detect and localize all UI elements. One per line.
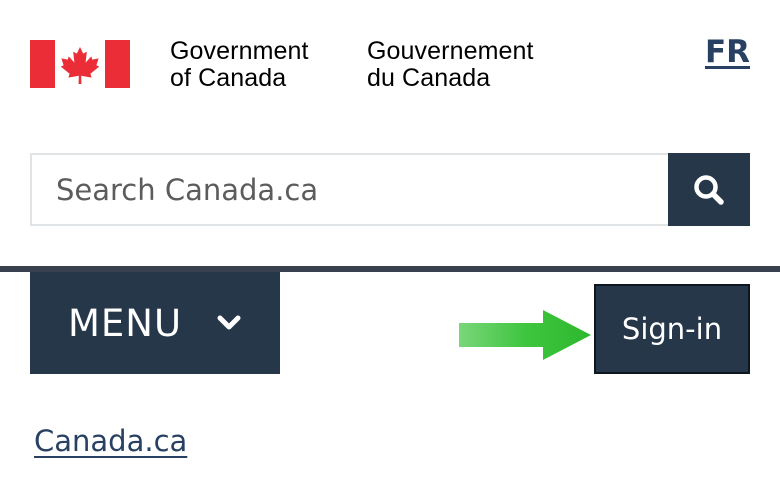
maple-leaf-flag-icon — [30, 40, 130, 88]
arrow-right-icon — [455, 308, 595, 362]
menu-button[interactable]: MENU — [30, 272, 280, 374]
canada-flag-logo — [30, 40, 130, 88]
signature-fr-line-2: du Canada — [367, 64, 491, 92]
search-button[interactable] — [668, 153, 750, 226]
search-icon — [694, 174, 724, 205]
signature-en-line-2: of Canada — [170, 64, 287, 92]
breadcrumb-home-link[interactable]: Canada.ca — [34, 424, 187, 458]
menu-label: MENU — [67, 301, 183, 345]
signature-fr-line-1: Gouvernement — [367, 37, 534, 65]
signature-french: Gouvernement du Canada — [367, 38, 534, 92]
signature-en-line-1: Government — [170, 37, 309, 65]
language-toggle-link[interactable]: FR — [705, 34, 750, 70]
sign-in-button[interactable]: Sign-in — [594, 284, 750, 374]
search-input[interactable] — [30, 153, 668, 226]
chevron-down-icon — [216, 314, 242, 332]
search-form — [30, 153, 750, 226]
signature-english: Government of Canada — [170, 38, 309, 92]
